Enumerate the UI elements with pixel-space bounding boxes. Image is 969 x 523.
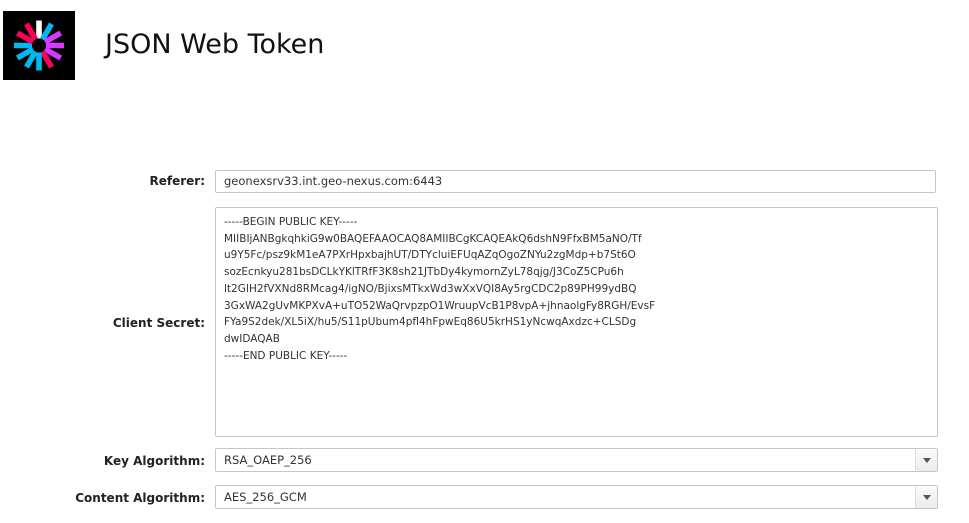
content-algorithm-dropdown-button[interactable] — [915, 486, 937, 508]
secret-line: dwIDAQAB — [224, 332, 280, 345]
secret-line: FYa9S2dek/XL5iX/hu5/S11pUbum4pfl4hFpwEq8… — [224, 316, 637, 329]
secret-line: -----BEGIN PUBLIC KEY----- — [224, 216, 358, 228]
key-algorithm-dropdown-button[interactable] — [915, 449, 937, 471]
content-algorithm-value: AES_256_GCM — [224, 490, 307, 504]
key-algorithm-value: RSA_OAEP_256 — [224, 453, 312, 467]
referer-label: Referer: — [149, 174, 205, 188]
secret-line: -----END PUBLIC KEY----- — [224, 349, 348, 362]
key-algorithm-label: Key Algorithm: — [103, 454, 205, 468]
secret-line: 3GxWA2gUvMKPXvA+uTO52WaQrvpzpO1WruupVcB1… — [224, 299, 656, 312]
client-secret-textarea[interactable]: -----BEGIN PUBLIC KEY----- MIIBIjANBgkqh… — [215, 207, 938, 437]
secret-line: sozEcnkyu281bsDCLkYKlTRfF3K8sh21JTbDy4ky… — [224, 266, 624, 279]
secret-line: u9Y5Fc/psz9kM1eA7PXrHpxbajhUT/DTYcluiEFU… — [224, 249, 636, 262]
secret-line: lt2GIH2fVXNd8RMcag4/igNO/BjixsMTkxWd3wXx… — [224, 282, 637, 295]
jwt-logo-icon — [3, 11, 75, 80]
chevron-down-icon — [923, 458, 931, 463]
client-secret-label: Client Secret: — [112, 316, 205, 330]
jwt-config-page: JSON Web Token Referer: geonexsrv33.int.… — [0, 0, 969, 523]
chevron-down-icon — [923, 495, 931, 500]
page-title: JSON Web Token — [105, 29, 325, 60]
key-algorithm-select[interactable]: RSA_OAEP_256 — [215, 448, 938, 472]
content-algorithm-label: Content Algorithm: — [75, 491, 205, 505]
secret-line: MIIBIjANBgkqhkiG9w0BAQEFAAOCAQ8AMIIBCgKC… — [224, 232, 642, 245]
content-algorithm-select[interactable]: AES_256_GCM — [215, 485, 938, 509]
referer-input[interactable]: geonexsrv33.int.geo-nexus.com:6443 — [215, 170, 936, 193]
